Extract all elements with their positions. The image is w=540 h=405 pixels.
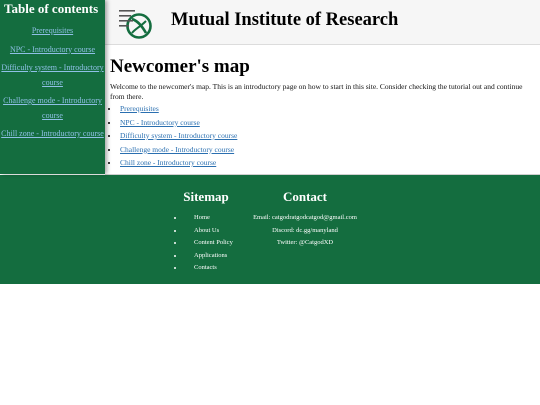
sitemap-section: Sitemap Home About Us Content Policy App…: [170, 189, 242, 275]
page-title: Newcomer's map: [110, 56, 250, 77]
link-chill-zone-course[interactable]: Chill zone - Introductory course: [120, 158, 216, 167]
sitemap-item-home[interactable]: Home: [184, 212, 242, 225]
toc-link-challenge[interactable]: Challenge mode - Introductory course: [3, 96, 102, 120]
main-content: Newcomer's map Welcome to the newcomer's…: [105, 45, 540, 175]
sitemap-item-applications[interactable]: Applications: [184, 250, 242, 263]
sidebar: Table of contents Prerequisites NPC - In…: [0, 0, 105, 174]
link-npc-course[interactable]: NPC - Introductory course: [120, 118, 200, 127]
link-challenge-course[interactable]: Challenge mode - Introductory course: [120, 145, 234, 154]
toc-title: Table of contents: [4, 1, 99, 16]
sitemap-item-contacts[interactable]: Contacts: [184, 262, 242, 275]
contact-discord: Discord: dc.gg/manyland: [272, 226, 338, 234]
institute-logo-icon[interactable]: [119, 9, 155, 41]
site-title: Mutual Institute of Research: [171, 10, 399, 30]
list-item: Difficulty system - Introductory course: [119, 129, 237, 143]
sitemap-item-content-policy[interactable]: Content Policy: [184, 237, 242, 250]
toc-link-npc[interactable]: NPC - Introductory course: [10, 45, 95, 54]
course-link-list: Prerequisites NPC - Introductory course …: [110, 102, 237, 170]
toc-link-prerequisites[interactable]: Prerequisites: [32, 26, 73, 35]
toc-item: Prerequisites: [0, 23, 105, 38]
contact-title: Contact: [282, 189, 328, 204]
site-header: Mutual Institute of Research: [105, 0, 540, 45]
link-difficulty-course[interactable]: Difficulty system - Introductory course: [120, 131, 237, 140]
list-item: NPC - Introductory course: [119, 116, 237, 130]
toc-link-difficulty[interactable]: Difficulty system - Introductory course: [1, 63, 103, 87]
sitemap-item-about-us[interactable]: About Us: [184, 225, 242, 238]
toc-item: Chill zone - Introductory course: [0, 126, 105, 141]
toc-link-chill-zone[interactable]: Chill zone - Introductory course: [1, 129, 104, 138]
contact-email: Email: catgodratgodcatgod@gmail.com: [253, 214, 357, 221]
toc-item: Challenge mode - Introductory course: [0, 93, 105, 122]
toc-list: Prerequisites NPC - Introductory course …: [0, 23, 105, 141]
intro-paragraph: Welcome to the newcomer's map. This is a…: [110, 82, 523, 101]
list-item: Prerequisites: [119, 102, 237, 116]
toc-item: NPC - Introductory course: [0, 42, 105, 57]
site-footer: Sitemap Home About Us Content Policy App…: [0, 175, 540, 284]
link-prerequisites[interactable]: Prerequisites: [120, 104, 159, 113]
contact-twitter: Twitter: @CatgodXD: [276, 239, 334, 246]
sitemap-title: Sitemap: [183, 189, 229, 204]
list-item: Challenge mode - Introductory course: [119, 143, 237, 157]
toc-item: Difficulty system - Introductory course: [0, 60, 105, 89]
page: Table of contents Prerequisites NPC - In…: [0, 0, 540, 405]
sitemap-list: Home About Us Content Policy Application…: [170, 212, 242, 275]
contact-section: Contact Email: catgodratgodcatgod@gmail.…: [242, 189, 368, 250]
list-item: Chill zone - Introductory course: [119, 156, 237, 170]
